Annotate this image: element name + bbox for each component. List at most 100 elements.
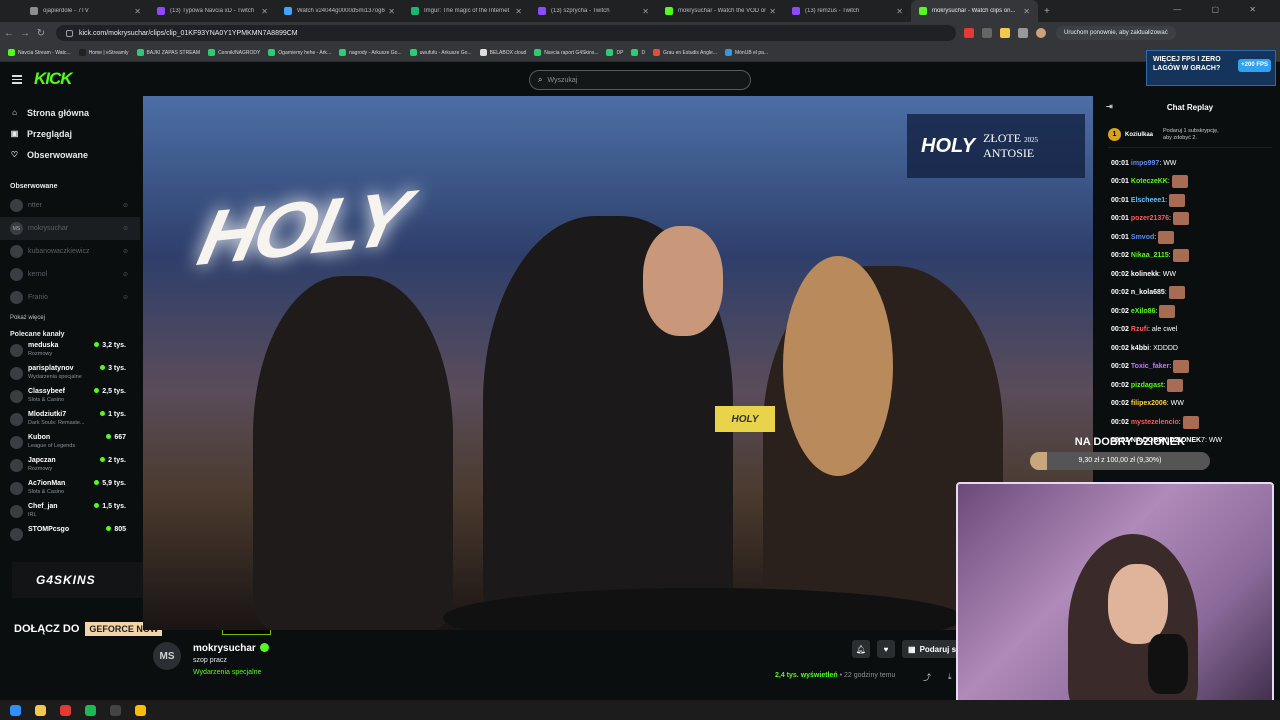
message-username[interactable]: pozer21376 [1131, 215, 1169, 222]
message-username[interactable]: Elscheee1 [1131, 197, 1165, 204]
gifter-name[interactable]: Koziulkaa [1125, 132, 1153, 138]
bookmark-item[interactable]: Home | eStreamly [78, 49, 129, 56]
menu-icon[interactable] [12, 74, 22, 84]
url-bar[interactable]: kick.com/mokrysuchar/clips/clip_01KF93YN… [56, 25, 956, 41]
spotify-icon[interactable] [85, 704, 96, 716]
back-icon[interactable]: ← [2, 28, 16, 39]
message-username[interactable]: Rzufi [1131, 326, 1148, 333]
message-username[interactable]: mystezelencio [1131, 419, 1179, 426]
search-input[interactable]: ⌕ Wyszukaj [529, 70, 751, 90]
site-info-icon[interactable] [66, 29, 73, 37]
message-username[interactable]: KoteczeKK [1131, 178, 1168, 185]
new-tab-button[interactable]: + [1044, 6, 1050, 17]
recommended-channel[interactable]: Ac7ionMan Slots & Casino 5,9 tys. [0, 480, 140, 503]
chat-message: 00:02 k4bbi: XDDDD [1100, 339, 1280, 358]
collapse-chat-icon[interactable]: ⇥ [1106, 102, 1113, 111]
browser-tab[interactable]: (13) remzus - Twitch ✕ [784, 0, 911, 22]
channel-name[interactable]: mokrysuchar [193, 643, 269, 654]
chrome-icon[interactable] [135, 704, 146, 716]
message-username[interactable]: Nikaa_2115 [1131, 252, 1169, 259]
heart-icon[interactable]: ♥ [877, 640, 895, 658]
message-username[interactable]: Smvod [1131, 234, 1154, 241]
relaunch-button[interactable]: Uruchom ponownie, aby zaktualizować [1056, 26, 1176, 40]
bookmark-item[interactable]: Grau en Estudis Angle... [653, 49, 717, 56]
recommended-channel[interactable]: STOMPcsgo 805 [0, 526, 140, 549]
following-item[interactable]: Franio ⊘ [0, 286, 140, 309]
browser-tab[interactable]: ojapierdole - 7TV ✕ [22, 0, 149, 22]
tab-close-icon[interactable]: ✕ [769, 7, 776, 16]
extensions-puzzle-icon[interactable] [1018, 28, 1028, 38]
forward-icon[interactable]: → [18, 28, 32, 39]
recommended-name: Classybeef [28, 388, 65, 395]
g4skins-banner[interactable]: G4SKINS [12, 562, 162, 598]
message-username[interactable]: impo997 [1131, 160, 1159, 167]
message-username[interactable]: pizdagast [1131, 382, 1163, 389]
tab-close-icon[interactable]: ✕ [1023, 7, 1030, 16]
recommended-channel[interactable]: Kubon League of Legends 667 [0, 434, 140, 457]
tab-close-icon[interactable]: ✕ [134, 7, 141, 16]
avatar [10, 505, 23, 518]
message-username[interactable]: eXilo86 [1131, 308, 1156, 315]
windows-icon[interactable] [10, 704, 21, 716]
recommended-channel[interactable]: parisplatynov Wydarzenia specjalne 3 tys. [0, 365, 140, 388]
bookmark-item[interactable]: Navcia raport G4Skins... [534, 49, 598, 56]
reload-icon[interactable]: ↻ [34, 28, 48, 39]
tab-close-icon[interactable]: ✕ [388, 7, 395, 16]
browser-tab[interactable]: Imgur: The magic of the Internet ✕ [403, 0, 530, 22]
clip-category[interactable]: Wydarzenia specjalne [193, 669, 261, 676]
bookmark-item[interactable]: uwufufu - Arkusze Go... [409, 49, 472, 56]
recommended-channel[interactable]: Mlodziutki7 Dark Souls: Remaste... 1 tys. [0, 411, 140, 434]
fps-ad-banner[interactable]: WIĘCEJ FPS I ZERO LAGÓW W GRACH? +200 FP… [1146, 50, 1276, 86]
bookmark-item[interactable]: Navcia Stream - Watc... [8, 49, 71, 56]
profile-avatar[interactable] [1036, 28, 1046, 38]
bookmark-item[interactable]: nagrody - Arkusze Go... [339, 49, 402, 56]
window-controls[interactable]: — ▢ ✕ [1173, 5, 1270, 14]
browser-tab[interactable]: (13) szprycha - Twitch ✕ [530, 0, 657, 22]
show-more-link[interactable]: Pokaż więcej [0, 315, 140, 321]
tab-close-icon[interactable]: ✕ [261, 7, 268, 16]
message-username[interactable]: kolinekk [1131, 271, 1159, 278]
bookmark-item[interactable]: BAJKI ZAPAS STREAM [136, 49, 200, 56]
message-username[interactable]: n_kola685 [1131, 289, 1165, 296]
following-item[interactable]: ntter ⊘ [0, 194, 140, 217]
tab-close-icon[interactable]: ✕ [896, 7, 903, 16]
nav-item[interactable]: ⌂ Strona główna [0, 102, 140, 123]
tab-close-icon[interactable]: ✕ [642, 7, 649, 16]
message-username[interactable]: Toxic_faker [1131, 363, 1169, 370]
video-player[interactable]: HOLY HOLY ZŁOTE 2025 ANTOSIE HOLY [143, 96, 1093, 630]
share-icon[interactable]: ⤴ [923, 672, 931, 683]
bookmark-item[interactable]: BELABOX cloud [479, 49, 526, 56]
bookmark-item[interactable]: MónUB el pa... [724, 49, 768, 56]
recommended-channel[interactable]: Chef_jan IRL 1,5 tys. [0, 503, 140, 526]
recommended-channel[interactable]: meduska Rozmowy 3,2 tys. [0, 342, 140, 365]
recommended-channel[interactable]: Japczan Rozmowy 2 tys. [0, 457, 140, 480]
tab-close-icon[interactable]: ✕ [515, 7, 522, 16]
browser-tab[interactable]: mokrysuchar - Watch clips on... ✕ [911, 0, 1038, 22]
recommended-channel[interactable]: Classybeef Slots & Casino 2,5 tys. [0, 388, 140, 411]
following-item[interactable]: kernol ⊘ [0, 263, 140, 286]
following-item[interactable]: kubanowaczkiewicz ⊘ [0, 240, 140, 263]
nav-item[interactable]: ▣ Przeglądaj [0, 123, 140, 144]
bookmark-item[interactable]: Cennik/NAGRODY [208, 49, 260, 56]
bookmark-item[interactable]: Ogarniemy hehe - Ark... [268, 49, 331, 56]
channel-avatar[interactable]: MS [153, 642, 181, 670]
browser-tab[interactable]: mokrysuchar - Watch the VOD on... ✕ [657, 0, 784, 22]
message-username[interactable]: filipex2006 [1131, 400, 1167, 407]
kick-logo[interactable]: KICK [34, 69, 73, 89]
bookmark-item[interactable]: D [631, 49, 645, 56]
opera-icon[interactable] [60, 704, 71, 716]
bookmark-item[interactable]: DP [606, 49, 623, 56]
download-icon[interactable]: ⤓ [948, 672, 952, 682]
following-item[interactable]: MS mokrysuchar ⊘ [0, 217, 140, 240]
browser-tab[interactable]: Watch v24044g0000d5mi137og6... ✕ [276, 0, 403, 22]
message-username[interactable]: k4bbi [1131, 345, 1149, 352]
bell-icon[interactable]: 🔔︎ [852, 640, 870, 658]
gift-prompt[interactable]: Podaruj 1 subskrypcję, aby zdobyć 2. [1163, 128, 1219, 142]
obs-icon[interactable] [110, 704, 121, 716]
explorer-icon[interactable] [35, 704, 46, 716]
nav-item[interactable]: ♡ Obserwowane [0, 144, 140, 165]
extension-icon[interactable] [982, 28, 992, 38]
extension-icon[interactable] [964, 28, 974, 38]
extension-icon[interactable] [1000, 28, 1010, 38]
browser-tab[interactable]: (13) Typowa Navcia xD - Twitch ✕ [149, 0, 276, 22]
